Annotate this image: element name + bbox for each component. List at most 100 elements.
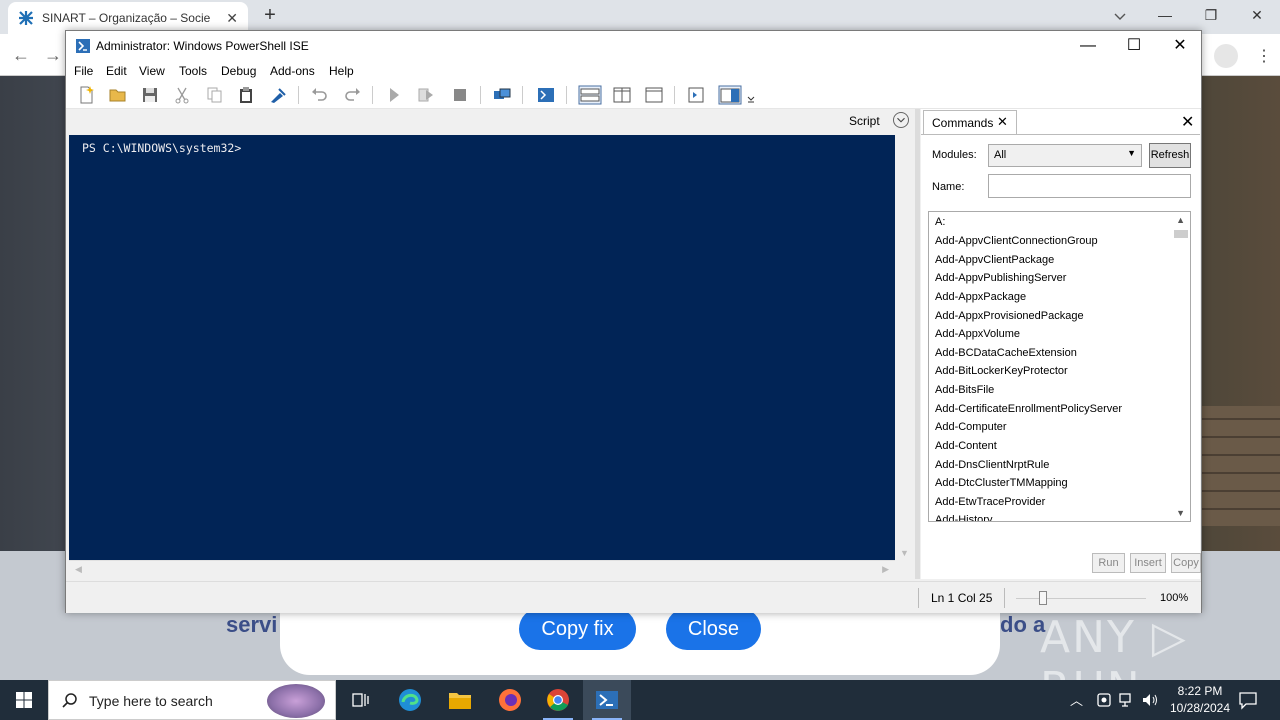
clear-console-icon[interactable] xyxy=(268,85,288,105)
pane-splitter[interactable] xyxy=(915,109,920,579)
show-script-maximized-icon[interactable] xyxy=(644,85,664,105)
command-name-input[interactable] xyxy=(988,174,1191,198)
task-view-button[interactable] xyxy=(336,680,384,720)
scrollbar-thumb[interactable] xyxy=(1174,230,1188,238)
insert-button[interactable]: Insert xyxy=(1130,553,1166,573)
menu-debug[interactable]: Debug xyxy=(221,64,256,78)
scroll-right-icon[interactable]: ▶ xyxy=(882,564,889,575)
taskbar-app-file-explorer[interactable] xyxy=(436,680,484,720)
ise-minimize-button[interactable]: — xyxy=(1065,31,1111,61)
chevron-down-icon[interactable] xyxy=(893,112,909,128)
chevron-up-icon[interactable]: ︿ xyxy=(1070,690,1083,709)
ise-close-button[interactable]: ✕ xyxy=(1157,31,1203,61)
list-item[interactable]: Add-AppvClientPackage xyxy=(935,254,1054,266)
menu-help[interactable]: Help xyxy=(329,64,354,78)
scroll-left-icon[interactable]: ◀ xyxy=(75,564,82,575)
security-icon[interactable] xyxy=(1095,691,1113,709)
list-item[interactable]: A: xyxy=(935,216,945,228)
commands-panel-close-icon[interactable]: ✕ xyxy=(1181,112,1194,132)
run-button[interactable]: Run xyxy=(1092,553,1125,573)
list-item[interactable]: Add-DnsClientNrptRule xyxy=(935,459,1049,471)
menu-edit[interactable]: Edit xyxy=(106,64,127,78)
console-vertical-scrollbar[interactable]: ▼ xyxy=(895,135,912,560)
list-item[interactable]: Add-CertificateEnrollmentPolicyServer xyxy=(935,403,1122,415)
list-item[interactable]: Add-AppvClientConnectionGroup xyxy=(935,235,1098,247)
taskbar-app-chrome[interactable] xyxy=(534,680,582,720)
taskbar-app-firefox[interactable] xyxy=(486,680,534,720)
refresh-button[interactable]: Refresh xyxy=(1149,143,1191,168)
list-item[interactable]: Add-AppxProvisionedPackage xyxy=(935,310,1084,322)
list-item[interactable]: Add-BCDataCacheExtension xyxy=(935,347,1077,359)
browser-restore-button[interactable]: ❐ xyxy=(1196,4,1226,26)
stop-operation-icon[interactable] xyxy=(450,85,470,105)
show-script-right-icon[interactable] xyxy=(612,85,632,105)
taskbar-search-box[interactable]: Type here to search xyxy=(48,680,336,720)
modules-dropdown[interactable]: All ▼ xyxy=(988,144,1142,167)
redo-icon[interactable] xyxy=(342,85,362,105)
show-command-addon-icon[interactable] xyxy=(718,85,742,105)
browser-menu-icon[interactable]: ⋮ xyxy=(1256,46,1272,66)
list-item[interactable]: Add-EtwTraceProvider xyxy=(935,496,1045,508)
commands-tab-close-icon[interactable]: ✕ xyxy=(997,114,1008,130)
show-script-top-icon[interactable] xyxy=(578,85,602,105)
forward-button[interactable]: → xyxy=(42,44,64,66)
show-command-window-icon[interactable] xyxy=(686,85,706,105)
console-pane[interactable]: PS C:\WINDOWS\system32> xyxy=(69,135,895,560)
profile-avatar-icon[interactable] xyxy=(1214,44,1238,68)
chevron-down-icon[interactable]: ▼ xyxy=(1176,508,1185,518)
search-highlight-image[interactable] xyxy=(267,684,325,718)
tab-search-chevron-icon[interactable] xyxy=(1110,6,1130,26)
list-item[interactable]: Add-DtcClusterTMMapping xyxy=(935,477,1068,489)
network-icon[interactable] xyxy=(1118,691,1136,709)
menu-tools[interactable]: Tools xyxy=(179,64,207,78)
zoom-slider-thumb[interactable] xyxy=(1039,591,1047,605)
browser-minimize-button[interactable]: — xyxy=(1150,4,1180,26)
list-item[interactable]: Add-Computer xyxy=(935,421,1007,433)
browser-close-button[interactable]: ✕ xyxy=(1242,4,1272,26)
console-horizontal-scrollbar[interactable]: ◀ ▶ xyxy=(69,560,895,577)
open-folder-icon[interactable] xyxy=(108,85,128,105)
list-item[interactable]: Add-AppxVolume xyxy=(935,328,1020,340)
paste-icon[interactable] xyxy=(236,85,256,105)
cut-icon[interactable] xyxy=(172,85,192,105)
list-item[interactable]: Add-BitLockerKeyProtector xyxy=(935,365,1068,377)
list-item[interactable]: Add-AppxPackage xyxy=(935,291,1026,303)
zoom-slider-track[interactable] xyxy=(1016,598,1146,599)
menu-add-ons[interactable]: Add-ons xyxy=(270,64,315,78)
tab-commands[interactable]: Commands ✕ xyxy=(923,110,1017,134)
script-pane-toggle-label[interactable]: Script xyxy=(849,114,880,128)
back-button[interactable]: ← xyxy=(10,44,32,66)
notification-icon[interactable] xyxy=(1238,690,1258,710)
browser-tab-close-icon[interactable]: ✕ xyxy=(226,10,238,27)
new-tab-button[interactable]: + xyxy=(258,4,282,27)
commands-list[interactable]: A: Add-AppvClientConnectionGroup Add-App… xyxy=(928,211,1191,522)
volume-icon[interactable] xyxy=(1141,691,1159,709)
copy-fix-button[interactable]: Copy fix xyxy=(519,608,636,650)
scroll-down-icon[interactable]: ▼ xyxy=(900,548,909,558)
windows-start-icon[interactable] xyxy=(0,680,48,720)
ise-maximize-button[interactable]: ☐ xyxy=(1111,31,1157,61)
run-selection-icon[interactable] xyxy=(416,85,436,105)
list-item[interactable]: Add-Content xyxy=(935,440,997,452)
copy-button[interactable]: Copy xyxy=(1171,553,1201,573)
list-item[interactable]: Add-AppvPublishingServer xyxy=(935,272,1066,284)
list-item[interactable]: Add-BitsFile xyxy=(935,384,994,396)
chevron-up-icon[interactable]: ▲ xyxy=(1176,215,1185,225)
save-icon[interactable] xyxy=(140,85,160,105)
menu-file[interactable]: File xyxy=(74,64,93,78)
run-script-icon[interactable] xyxy=(384,85,404,105)
menu-view[interactable]: View xyxy=(139,64,165,78)
undo-icon[interactable] xyxy=(310,85,330,105)
toolbar-overflow-icon[interactable] xyxy=(746,93,756,103)
remote-powershell-icon[interactable] xyxy=(492,85,512,105)
taskbar-clock[interactable]: 8:22 PM 10/28/2024 xyxy=(1160,683,1240,717)
taskbar-app-powershell-ise[interactable] xyxy=(583,680,631,720)
list-item[interactable]: Add-History xyxy=(935,514,992,521)
commands-list-scrollbar[interactable]: ▲ ▼ xyxy=(1173,212,1190,521)
toolbar-separator xyxy=(298,86,299,104)
powershell-console-icon[interactable] xyxy=(536,85,556,105)
close-dialog-button[interactable]: Close xyxy=(666,608,761,650)
new-script-icon[interactable] xyxy=(76,85,96,105)
taskbar-app-edge[interactable] xyxy=(386,680,434,720)
copy-icon[interactable] xyxy=(204,85,224,105)
